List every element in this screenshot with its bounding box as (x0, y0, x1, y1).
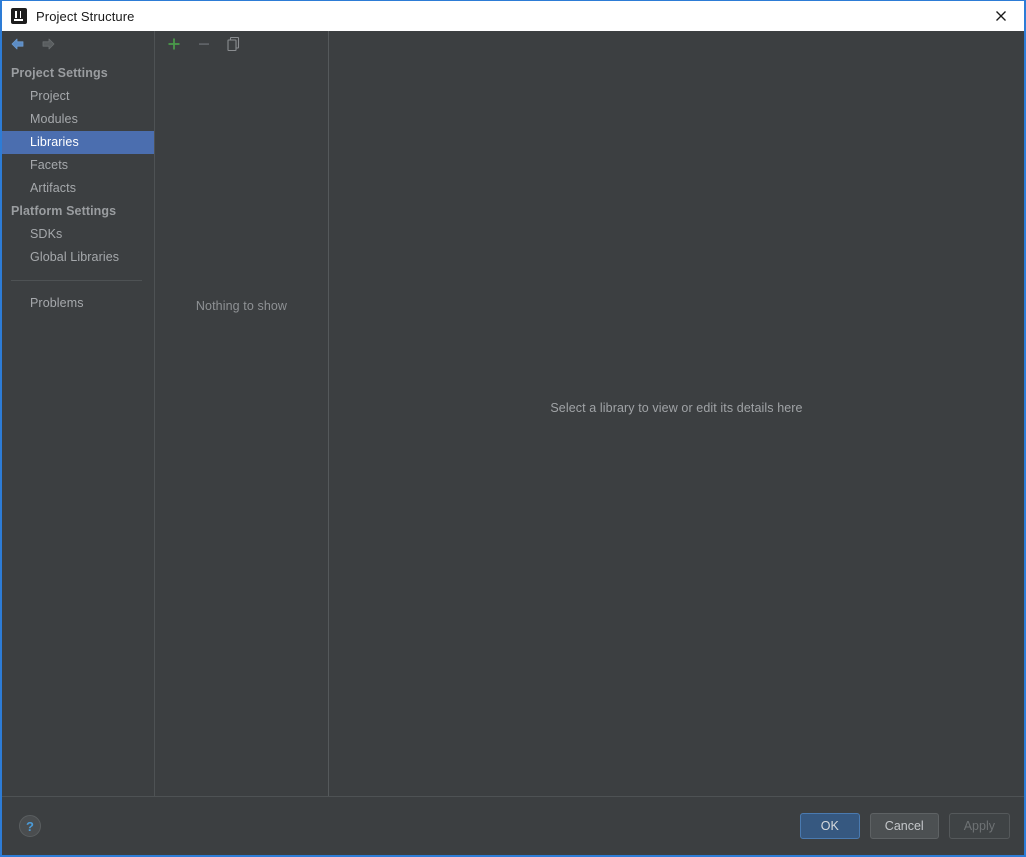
cancel-button[interactable]: Cancel (869, 813, 939, 839)
forward-button[interactable] (38, 34, 58, 54)
sidebar-item-libraries[interactable]: Libraries (2, 131, 154, 154)
plus-icon (168, 38, 180, 50)
ok-button[interactable]: OK (799, 813, 860, 839)
help-button[interactable]: ? (19, 815, 41, 837)
add-library-button[interactable] (163, 33, 185, 55)
library-detail-panel: Select a library to view or edit its det… (329, 31, 1024, 796)
apply-button: Apply (948, 813, 1010, 839)
sidebar-item-sdks[interactable]: SDKs (2, 223, 154, 246)
sidebar-list: Project Settings Project Modules Librari… (2, 57, 154, 315)
dialog-content: Project Settings Project Modules Librari… (2, 31, 1024, 796)
title-bar: Project Structure (2, 0, 1024, 31)
close-icon (996, 11, 1006, 21)
minus-icon (199, 43, 209, 45)
arrow-right-icon (42, 38, 55, 50)
libraries-toolbar (155, 31, 328, 57)
project-structure-dialog: Project Structure Project Settings Proje… (0, 0, 1026, 857)
sidebar-item-problems[interactable]: Problems (2, 292, 154, 315)
dialog-buttons: OK Cancel Apply (799, 813, 1010, 839)
copy-icon (227, 36, 240, 52)
navigation-arrows (2, 31, 154, 57)
arrow-left-icon (11, 38, 24, 50)
sidebar-item-global-libraries[interactable]: Global Libraries (2, 246, 154, 269)
sidebar-item-project[interactable]: Project (2, 85, 154, 108)
settings-sidebar: Project Settings Project Modules Librari… (2, 31, 155, 796)
sidebar-separator (11, 280, 142, 281)
detail-panel-hint: Select a library to view or edit its det… (550, 400, 803, 415)
close-button[interactable] (978, 1, 1024, 31)
window-title: Project Structure (36, 8, 135, 24)
sidebar-group-header-project-settings: Project Settings (11, 66, 108, 80)
sidebar-item-modules[interactable]: Modules (2, 108, 154, 131)
intellij-idea-logo-icon (11, 8, 27, 24)
libraries-list-panel: Nothing to show (155, 31, 329, 796)
copy-library-button[interactable] (223, 33, 245, 55)
empty-list-message: Nothing to show (195, 299, 288, 313)
sidebar-group-header-platform-settings: Platform Settings (11, 204, 117, 218)
dialog-footer: ? OK Cancel Apply (2, 796, 1024, 855)
sidebar-item-artifacts[interactable]: Artifacts (2, 177, 154, 200)
sidebar-item-facets[interactable]: Facets (2, 154, 154, 177)
back-button[interactable] (8, 34, 28, 54)
remove-library-button[interactable] (193, 33, 215, 55)
